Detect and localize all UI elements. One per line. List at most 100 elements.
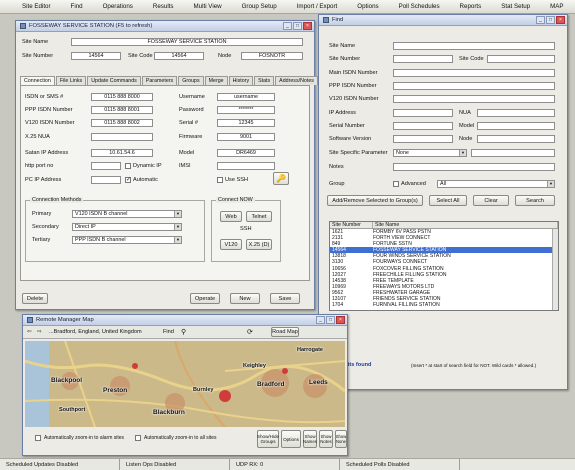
v120-field[interactable]: 0115 888 8002 bbox=[91, 119, 153, 127]
find-site-name-field[interactable] bbox=[393, 42, 555, 50]
road-map-button[interactable]: Road Map bbox=[271, 327, 299, 337]
close-button[interactable]: × bbox=[336, 316, 345, 324]
show-notes-button[interactable]: Show Notes bbox=[319, 430, 333, 448]
show-names-button[interactable]: Show Names bbox=[303, 430, 317, 448]
table-row[interactable]: 1704 FURNIVAL FILLING STATION bbox=[330, 302, 558, 308]
new-button[interactable]: New bbox=[230, 293, 260, 304]
serial-field[interactable]: 12345 bbox=[217, 119, 275, 127]
x25-button[interactable]: X.25 (D) bbox=[246, 239, 272, 250]
menu-item-options[interactable]: Options bbox=[347, 3, 388, 10]
column-header-site-number[interactable]: Site Number bbox=[330, 222, 373, 228]
minimize-button[interactable]: _ bbox=[316, 316, 325, 324]
find-notes-field[interactable] bbox=[393, 163, 555, 171]
web-button[interactable]: Web bbox=[220, 211, 242, 222]
site-code-field[interactable]: 14564 bbox=[154, 52, 204, 60]
http-port-field[interactable] bbox=[91, 162, 121, 170]
close-button[interactable]: × bbox=[556, 16, 565, 24]
menu-item-map[interactable]: MAP bbox=[540, 3, 573, 10]
show-hide-groups-button[interactable]: Show/Hide Groups bbox=[257, 430, 279, 448]
model-field[interactable]: DR6469 bbox=[217, 149, 275, 157]
tab-update-commands[interactable]: Update Commands bbox=[87, 76, 141, 85]
v120-button[interactable]: V120 bbox=[220, 239, 242, 250]
menu-item-reports[interactable]: Reports bbox=[450, 3, 492, 10]
tab-history[interactable]: History bbox=[228, 76, 254, 85]
find-window-titlebar[interactable]: Find _ □ × bbox=[319, 15, 567, 26]
menu-item-stat-setup[interactable]: Stat Setup bbox=[491, 3, 540, 10]
firmware-field[interactable]: 9001 bbox=[217, 133, 275, 141]
dynamic-ip-checkbox[interactable] bbox=[125, 163, 131, 169]
site-specific-select[interactable]: None ▼ bbox=[393, 149, 467, 157]
close-button[interactable]: × bbox=[303, 22, 312, 30]
select-all-button[interactable]: Select All bbox=[429, 195, 467, 206]
primary-select[interactable]: V120 ISDN B channel ▼ bbox=[72, 210, 182, 218]
magnifier-icon[interactable]: ⚲ bbox=[181, 328, 186, 336]
menu-item-find[interactable]: Find bbox=[61, 3, 93, 10]
find-ppp-isdn-field[interactable] bbox=[393, 82, 555, 90]
save-button[interactable]: Save bbox=[270, 293, 300, 304]
username-field[interactable]: username bbox=[217, 93, 275, 101]
find-ip-field[interactable] bbox=[393, 109, 453, 117]
find-v120-isdn-field[interactable] bbox=[393, 95, 555, 103]
site-name-field[interactable]: FOSSEWAY SERVICE STATION bbox=[71, 38, 303, 46]
forward-arrow-icon[interactable]: ⇨ bbox=[37, 329, 42, 335]
site-specific-value-field[interactable] bbox=[471, 149, 555, 157]
tertiary-select[interactable]: PPP ISDN B channel ▼ bbox=[72, 236, 182, 244]
maximize-button[interactable]: □ bbox=[546, 16, 555, 24]
node-field[interactable]: FOSNOTR bbox=[241, 52, 303, 60]
map-options-button[interactable]: Options bbox=[281, 430, 301, 448]
clear-button[interactable]: Clear bbox=[473, 195, 509, 206]
show-none-button[interactable]: Show None bbox=[335, 430, 347, 448]
satan-ip-field[interactable]: 10.61.54.6 bbox=[91, 149, 153, 157]
password-field[interactable]: ******* bbox=[217, 106, 275, 114]
column-header-site-name[interactable]: Site Name bbox=[373, 222, 558, 228]
maximize-button[interactable]: □ bbox=[293, 22, 302, 30]
delete-button[interactable]: Delete bbox=[22, 293, 48, 304]
find-site-number-field[interactable] bbox=[393, 55, 453, 63]
key-icon[interactable]: 🔑 bbox=[273, 172, 289, 185]
find-node-field[interactable] bbox=[477, 135, 555, 143]
results-list[interactable]: Site Number Site Name 1621 FORMBY 6V PASS… bbox=[329, 221, 559, 311]
telnet-button[interactable]: Telnet bbox=[246, 211, 272, 222]
find-software-field[interactable] bbox=[393, 135, 453, 143]
find-nua-field[interactable] bbox=[477, 109, 555, 117]
tab-stats[interactable]: Stats bbox=[254, 76, 275, 85]
results-scrollbar[interactable] bbox=[552, 229, 558, 310]
menu-item-results[interactable]: Results bbox=[143, 3, 184, 10]
map-window-titlebar[interactable]: Remote Manager Map _ □ × bbox=[23, 315, 347, 326]
automatic-checkbox[interactable] bbox=[125, 176, 131, 183]
minimize-button[interactable]: _ bbox=[536, 16, 545, 24]
auto-zoom-all-checkbox[interactable] bbox=[135, 435, 141, 441]
map-view[interactable]: Blackpool Preston Blackburn Bradford Lee… bbox=[25, 341, 345, 427]
menu-item-poll-schedules[interactable]: Poll Schedules bbox=[389, 3, 450, 10]
imsi-field[interactable] bbox=[217, 162, 275, 170]
x25-field[interactable] bbox=[91, 133, 153, 141]
tab-file-links[interactable]: File Links bbox=[55, 76, 87, 85]
menu-item-group-setup[interactable]: Group Setup bbox=[232, 3, 287, 10]
tab-groups[interactable]: Groups bbox=[178, 76, 204, 85]
maximize-button[interactable]: □ bbox=[326, 316, 335, 324]
find-site-code-field[interactable] bbox=[487, 55, 555, 63]
ssh-label[interactable]: SSH bbox=[240, 226, 252, 232]
auto-zoom-alarm-checkbox[interactable] bbox=[35, 435, 41, 441]
site-number-field[interactable]: 14564 bbox=[71, 52, 121, 60]
find-serial-field[interactable] bbox=[393, 122, 453, 130]
site-window-titlebar[interactable]: FOSSEWAY SERVICE STATION (F5 to refresh)… bbox=[16, 21, 314, 32]
minimize-button[interactable]: _ bbox=[283, 22, 292, 30]
advanced-checkbox[interactable] bbox=[393, 181, 399, 187]
ppp-field[interactable]: 0115 888 8001 bbox=[91, 106, 153, 114]
find-main-isdn-field[interactable] bbox=[393, 69, 555, 77]
operate-button[interactable]: Operate bbox=[190, 293, 220, 304]
tab-connection[interactable]: Connection bbox=[20, 76, 55, 85]
tab-parameters[interactable]: Parameters bbox=[141, 76, 178, 85]
isdn-field[interactable]: 0115 888 8000 bbox=[91, 93, 153, 101]
map-find-button[interactable]: Find bbox=[163, 329, 174, 335]
tab-address-notes[interactable]: Address/Notes bbox=[275, 76, 318, 85]
use-ssh-checkbox[interactable] bbox=[217, 177, 223, 183]
group-select[interactable]: All ▼ bbox=[437, 180, 555, 188]
pc-ip-field[interactable] bbox=[91, 176, 121, 184]
search-button[interactable]: Search bbox=[515, 195, 555, 206]
tab-merge[interactable]: Merge bbox=[204, 76, 228, 85]
secondary-select[interactable]: Direct IP ▼ bbox=[72, 223, 182, 231]
back-arrow-icon[interactable]: ⇦ bbox=[27, 329, 32, 335]
menu-item-operations[interactable]: Operations bbox=[93, 3, 143, 10]
